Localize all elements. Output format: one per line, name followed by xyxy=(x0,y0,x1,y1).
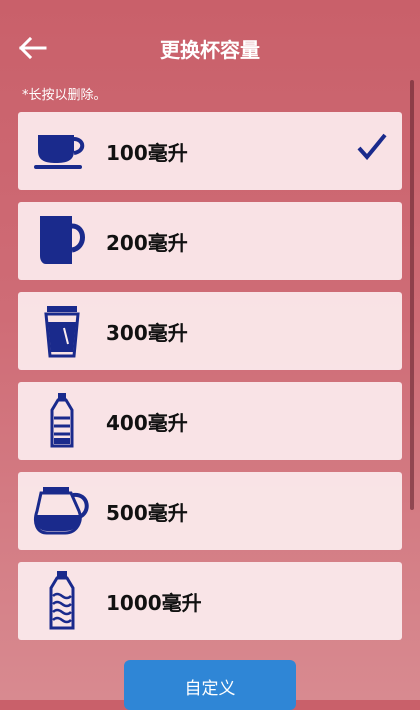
selected-check xyxy=(356,132,388,164)
scrollbar[interactable] xyxy=(410,80,414,510)
delete-hint: *长按以删除。 xyxy=(22,88,107,103)
capacity-label: 200毫升 xyxy=(106,230,188,255)
capacity-label: 300毫升 xyxy=(106,320,188,345)
capacity-label: 400毫升 xyxy=(106,410,188,435)
capacity-item-500[interactable]: 500毫升 xyxy=(18,472,402,550)
capacity-label: 500毫升 xyxy=(106,500,188,525)
capacity-item-200[interactable]: 200毫升 xyxy=(18,202,402,280)
checkmark-icon xyxy=(357,133,387,161)
capacity-list: 100毫升 200毫升 300毫升 400毫升 500毫升 1000毫升 xyxy=(18,112,402,652)
mug-icon xyxy=(40,216,85,264)
capacity-item-400[interactable]: 400毫升 xyxy=(18,382,402,460)
capacity-label: 1000毫升 xyxy=(106,590,202,615)
capacity-item-300[interactable]: 300毫升 xyxy=(18,292,402,370)
large-bottle-icon xyxy=(49,571,75,630)
coffee-cup-saucer-icon xyxy=(34,135,85,169)
capacity-item-100[interactable]: 100毫升 xyxy=(18,112,402,190)
capacity-item-1000[interactable]: 1000毫升 xyxy=(18,562,402,640)
small-bottle-icon xyxy=(50,393,74,448)
coffee-pot-icon xyxy=(33,487,89,535)
top-bar: 更换杯容量 xyxy=(0,0,420,78)
capacity-label: 100毫升 xyxy=(106,140,188,165)
takeaway-cup-icon xyxy=(44,306,80,358)
page-title: 更换杯容量 xyxy=(160,38,260,62)
custom-capacity-button[interactable]: 自定义 xyxy=(124,660,296,710)
